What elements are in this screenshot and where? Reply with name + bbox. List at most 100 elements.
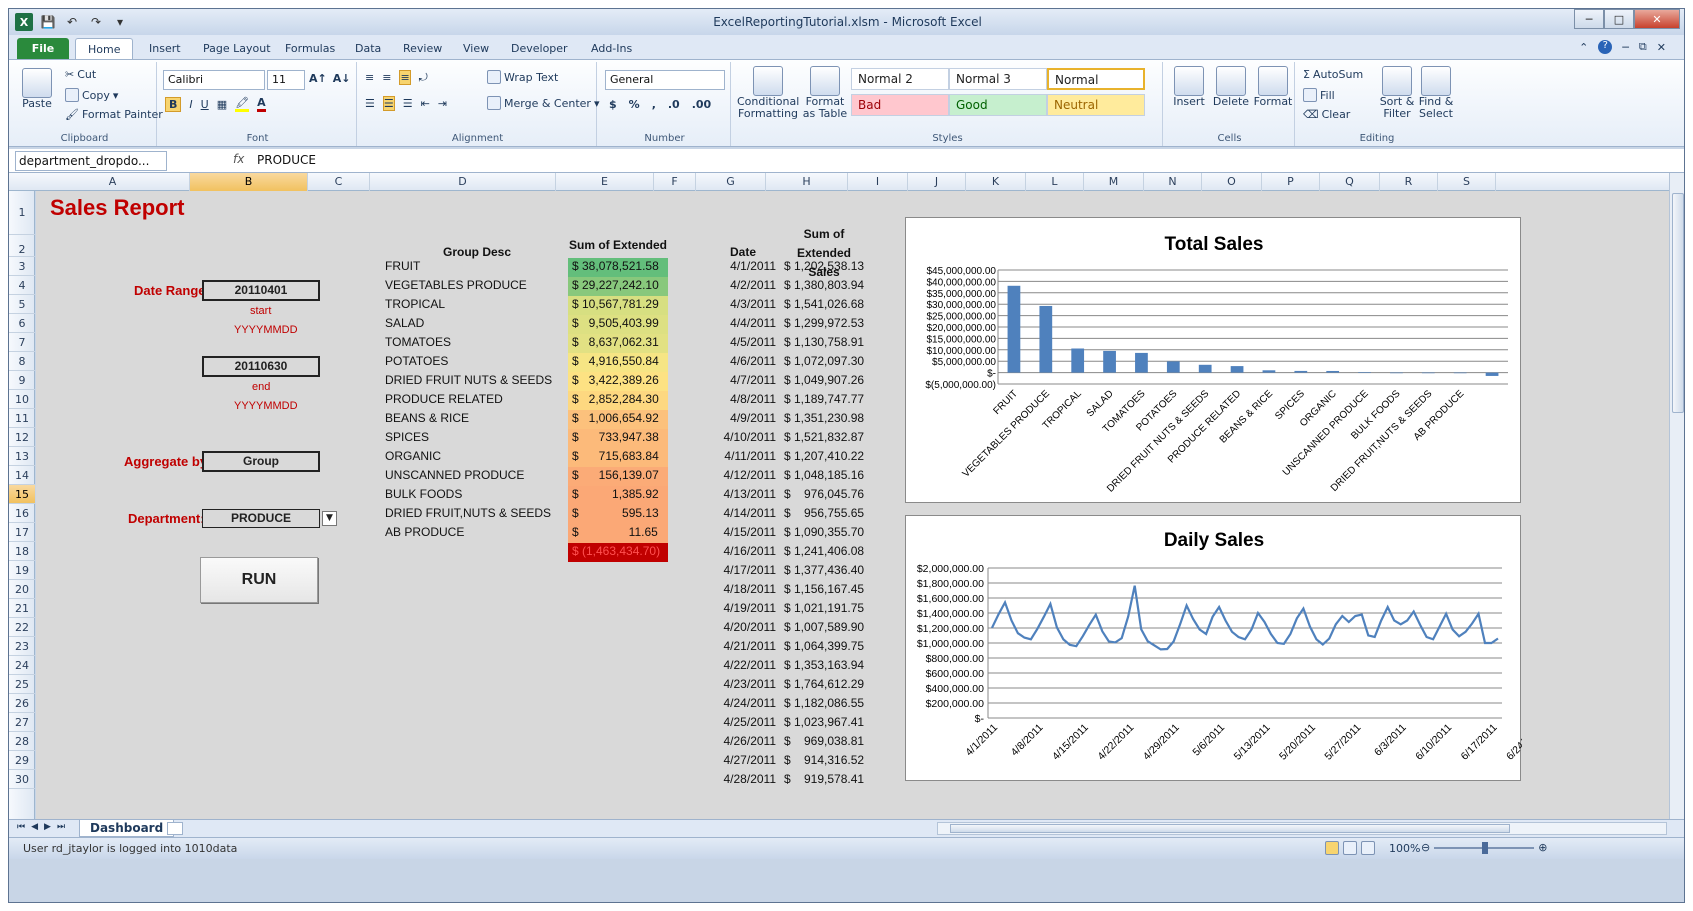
row-header-21[interactable]: 21 [9, 599, 35, 618]
minimize-button[interactable]: ─ [1574, 9, 1604, 29]
column-header-r[interactable]: R [1380, 173, 1438, 191]
format-button[interactable]: Format [1253, 66, 1293, 108]
horizontal-scroll-thumb[interactable] [950, 824, 1510, 833]
row-header-14[interactable]: 14 [9, 466, 35, 485]
orientation-icon[interactable]: ⤾ [419, 71, 428, 85]
fill-color-icon[interactable]: 🖍 [235, 96, 250, 112]
row-header-3[interactable]: 3 [9, 257, 35, 276]
insert-button[interactable]: Insert [1169, 66, 1209, 108]
column-header-n[interactable]: N [1144, 173, 1202, 191]
vertical-scrollbar[interactable] [1669, 173, 1684, 819]
row-header-30[interactable]: 30 [9, 770, 35, 789]
tab-insert[interactable]: Insert [137, 38, 193, 59]
row-header-19[interactable]: 19 [9, 561, 35, 580]
column-header-p[interactable]: P [1262, 173, 1320, 191]
row-header-26[interactable]: 26 [9, 694, 35, 713]
find-select-button[interactable]: Find & Select [1417, 66, 1455, 120]
column-header-c[interactable]: C [308, 173, 370, 191]
column-header-b[interactable]: B [190, 173, 308, 191]
column-header-a[interactable]: A [36, 173, 190, 191]
tab-review[interactable]: Review [391, 38, 454, 59]
merge-center-button[interactable]: Merge & Center ▾ [487, 96, 599, 110]
number-format-combo[interactable]: General [605, 70, 725, 90]
total-sales-chart[interactable]: Total Sales $45,000,000.00 $40,000,000.00 $… [905, 217, 1521, 503]
normal-view-icon[interactable] [1325, 841, 1339, 855]
align-top-icon[interactable]: ≡ [365, 71, 374, 84]
sort-filter-button[interactable]: Sort & Filter [1379, 66, 1415, 120]
end-date-input[interactable]: 20110630 [202, 356, 320, 377]
department-dropdown[interactable]: PRODUCE [202, 509, 320, 528]
row-header-6[interactable]: 6 [9, 314, 35, 333]
style-normal[interactable]: Normal [1047, 68, 1145, 90]
decrease-indent-icon[interactable]: ⇤ [421, 97, 430, 110]
align-right-icon[interactable]: ☰ [403, 97, 413, 110]
shrink-font-icon[interactable]: A↓ [333, 72, 351, 85]
column-header-d[interactable]: D [370, 173, 556, 191]
copy-button[interactable]: Copy ▾ [65, 88, 118, 102]
row-header-16[interactable]: 16 [9, 504, 35, 523]
help-icon[interactable]: ? [1598, 40, 1613, 54]
align-left-icon[interactable]: ☰ [365, 97, 375, 110]
autosum-button[interactable]: Σ AutoSum [1303, 68, 1363, 81]
grow-font-icon[interactable]: A↑ [309, 72, 327, 85]
last-sheet-icon[interactable]: ⏭ [57, 822, 65, 832]
row-header-25[interactable]: 25 [9, 675, 35, 694]
worksheet-grid[interactable]: Sales Report Date Range: 20110401 start … [36, 191, 1669, 819]
tab-formulas[interactable]: Formulas [273, 38, 347, 59]
row-header-13[interactable]: 13 [9, 447, 35, 466]
row-header-17[interactable]: 17 [9, 523, 35, 542]
zoom-in-icon[interactable]: ⊕ [1538, 841, 1547, 854]
zoom-out-icon[interactable]: ⊖ [1421, 841, 1430, 854]
column-header-h[interactable]: H [766, 173, 848, 191]
cut-button[interactable]: ✂ Cut [65, 68, 96, 81]
row-header-8[interactable]: 8 [9, 352, 35, 371]
start-date-input[interactable]: 20110401 [202, 280, 320, 301]
style-good[interactable]: Good [949, 94, 1047, 116]
style-normal-2[interactable]: Normal 2 [851, 68, 949, 90]
sheet-tab-dashboard[interactable]: Dashboard [79, 820, 175, 837]
column-header-j[interactable]: J [908, 173, 966, 191]
font-color-icon[interactable]: A [257, 96, 266, 112]
name-box[interactable]: department_dropdo... [15, 151, 167, 171]
row-header-5[interactable]: 5 [9, 295, 35, 314]
conditional-formatting-button[interactable]: Conditional Formatting [737, 66, 799, 120]
maximize-button[interactable]: □ [1604, 9, 1634, 29]
font-name-combo[interactable]: Calibri [163, 70, 265, 90]
page-layout-view-icon[interactable] [1343, 841, 1357, 855]
vertical-scroll-thumb[interactable] [1672, 193, 1684, 413]
align-bottom-icon[interactable]: ≡ [399, 70, 411, 85]
insert-sheet-icon[interactable] [167, 822, 183, 835]
wrap-text-button[interactable]: Wrap Text [487, 70, 558, 84]
row-header-28[interactable]: 28 [9, 732, 35, 751]
column-header-m[interactable]: M [1084, 173, 1144, 191]
row-header-24[interactable]: 24 [9, 656, 35, 675]
insert-function-icon[interactable]: fx [233, 152, 244, 166]
format-painter-button[interactable]: 🖌 Format Painter [65, 108, 163, 121]
row-header-27[interactable]: 27 [9, 713, 35, 732]
zoom-thumb[interactable] [1482, 841, 1489, 854]
row-header-29[interactable]: 29 [9, 751, 35, 770]
row-header-12[interactable]: 12 [9, 428, 35, 447]
row-header-20[interactable]: 20 [9, 580, 35, 599]
column-header-l[interactable]: L [1026, 173, 1084, 191]
tab-file[interactable]: File [17, 38, 69, 59]
row-header-23[interactable]: 23 [9, 637, 35, 656]
borders-icon[interactable]: ▦ [217, 98, 227, 111]
column-header-i[interactable]: I [848, 173, 908, 191]
italic-button[interactable]: I [189, 98, 192, 111]
row-header-9[interactable]: 9 [9, 371, 35, 390]
close-workbook-icon[interactable]: ✕ [1657, 41, 1666, 54]
prev-sheet-icon[interactable]: ◀ [31, 822, 38, 832]
zoom-track[interactable] [1434, 841, 1535, 854]
close-button[interactable]: ✕ [1634, 9, 1680, 29]
tab-developer[interactable]: Developer [499, 38, 580, 59]
currency-button[interactable]: $ [609, 98, 617, 111]
style-bad[interactable]: Bad [851, 94, 949, 116]
zoom-level[interactable]: 100% [1389, 842, 1420, 855]
row-header-18[interactable]: 18 [9, 542, 35, 561]
comma-button[interactable]: , [652, 98, 656, 111]
column-header-q[interactable]: Q [1320, 173, 1380, 191]
align-middle-icon[interactable]: ≡ [382, 71, 391, 84]
zoom-slider[interactable]: ⊖ ⊕ [1421, 841, 1547, 854]
delete-button[interactable]: Delete [1211, 66, 1251, 108]
